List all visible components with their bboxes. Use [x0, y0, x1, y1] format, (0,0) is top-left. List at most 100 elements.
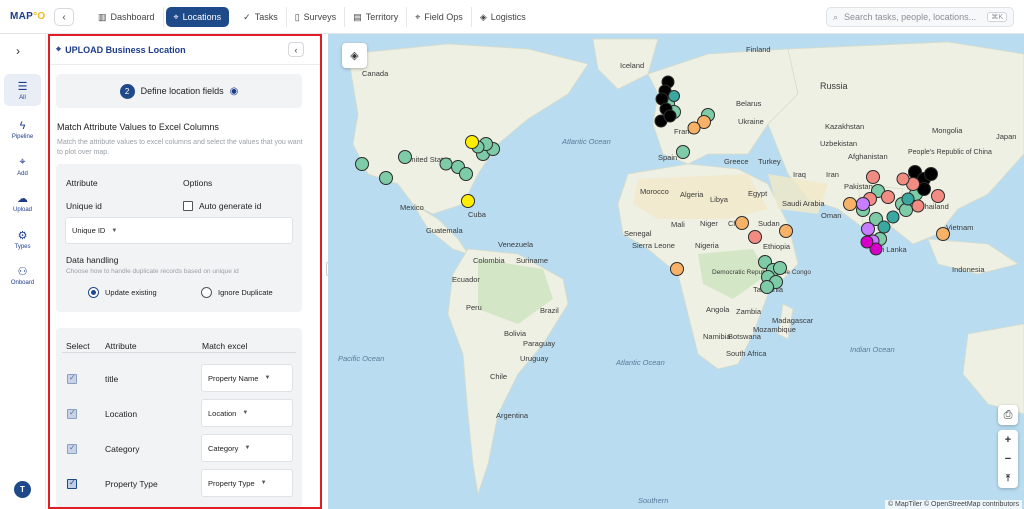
map-label: Libya: [710, 195, 729, 204]
map-label: Peru: [466, 303, 482, 312]
gear-icon: ⚙: [17, 229, 28, 242]
map-label: Pakistan: [844, 182, 873, 191]
caret-down-icon: ▼: [264, 375, 271, 381]
print-button[interactable]: ⎙: [998, 405, 1018, 425]
map-marker: [398, 150, 412, 164]
expand-rail-button[interactable]: ›: [16, 44, 20, 58]
collapse-panel-button[interactable]: ‹: [288, 42, 304, 57]
step-label: Define location fields: [140, 86, 224, 96]
map-marker: [881, 190, 895, 204]
bolt-icon: ϟ: [19, 120, 26, 132]
caret-down-icon: ▼: [244, 445, 251, 451]
match-excel-select[interactable]: Location ▼: [201, 399, 293, 427]
panel-header: ⌖ UPLOAD Business Location: [56, 44, 186, 55]
rail-item-onboard[interactable]: ⚇ Onboard: [4, 259, 41, 291]
map-marker: [355, 157, 369, 171]
map-label: Vietnam: [946, 223, 973, 232]
app-logo[interactable]: MAP°O: [10, 11, 46, 22]
compass-button[interactable]: ⤒: [1006, 473, 1010, 484]
map-label: Paraguay: [523, 339, 555, 348]
attribute-name: title: [105, 374, 119, 384]
nav-surveys[interactable]: ▯ Surveys: [287, 7, 346, 27]
map-label: Sierra Leone: [632, 241, 675, 250]
nav-tasks[interactable]: ✓ Tasks: [235, 7, 287, 27]
map-marker: [936, 227, 950, 241]
map-marker: [379, 171, 393, 185]
world-map: Canada United States Mexico Cuba Guatema…: [338, 38, 1024, 505]
map-label: Indonesia: [952, 265, 985, 274]
nav-dashboard[interactable]: ▥ Dashboard: [90, 7, 164, 27]
row-select-checkbox[interactable]: [67, 408, 77, 419]
zoom-out-button[interactable]: −: [1005, 453, 1011, 465]
match-excel-select[interactable]: Property Type ▼: [201, 469, 293, 497]
map-attribution[interactable]: © MapTiler © OpenStreetMap contributors: [884, 500, 1022, 509]
attribute-name: Location: [105, 409, 138, 419]
map-label: Colombia: [473, 256, 506, 265]
auto-generate-checkbox[interactable]: [183, 201, 193, 211]
map-label: Morocco: [640, 187, 669, 196]
map-marker: [663, 109, 677, 123]
row-select-checkbox[interactable]: [67, 373, 77, 384]
ignore-duplicate-radio[interactable]: [201, 287, 212, 298]
map-label: Oman: [821, 211, 841, 220]
map-label: Niger: [700, 219, 718, 228]
nav-territory[interactable]: ▤ Territory: [345, 7, 408, 27]
map-label: Kazakhstan: [825, 122, 864, 131]
nav-logistics[interactable]: ◈ Logistics: [472, 7, 534, 27]
nav-field-ops[interactable]: ⌖ Field Ops: [407, 7, 472, 27]
map-marker: [901, 192, 915, 206]
users-icon: ⚇: [17, 265, 28, 278]
step-number: 2: [119, 83, 135, 99]
section-title: Match Attribute Values to Excel Columns: [57, 122, 219, 132]
avatar[interactable]: T: [14, 481, 31, 498]
match-excel-select[interactable]: Property Name ▼: [201, 364, 293, 392]
land-masses: [347, 38, 1024, 495]
map-label: Chile: [490, 372, 507, 381]
map-marker: [843, 197, 857, 211]
divider: [50, 64, 320, 65]
map-marker: [459, 167, 473, 181]
attribute-mapping-card: Select Attribute Match excel title Prope…: [56, 328, 302, 507]
search-input[interactable]: ⌕ Search tasks, people, locations... ⌘K: [826, 7, 1014, 27]
map-marker: [461, 194, 475, 208]
zoom-in-button[interactable]: +: [1005, 434, 1011, 446]
rail-item-pipeline[interactable]: ϟ Pipeline: [4, 114, 41, 146]
col-attribute-header: Attribute: [66, 178, 98, 188]
chart-icon: ▥: [98, 11, 107, 22]
map-label: Ethiopia: [763, 242, 791, 251]
map-marker: [465, 135, 479, 149]
map-label: Madagascar: [772, 316, 814, 325]
upload-panel: ⌖ UPLOAD Business Location ‹ 2 Define lo…: [48, 34, 322, 509]
map-label: Atlantic Ocean: [561, 137, 611, 146]
map-view[interactable]: Canada United States Mexico Cuba Guatema…: [328, 34, 1024, 509]
rail-item-types[interactable]: ⚙ Types: [4, 223, 41, 255]
auto-generate-label: Auto generate id: [199, 201, 262, 211]
rail-item-all[interactable]: ☰ All: [4, 74, 41, 106]
back-button[interactable]: ‹: [54, 8, 74, 26]
col-options-header: Options: [183, 178, 213, 188]
row-select-checkbox[interactable]: [67, 443, 77, 454]
rail-item-upload[interactable]: ☁ Upload: [4, 186, 41, 218]
nav-locations[interactable]: ⌖ Locations: [165, 7, 230, 27]
header-divider: [62, 352, 296, 353]
map-label: Ecuador: [452, 275, 480, 284]
map-label: Algeria: [680, 190, 704, 199]
map-label: Canada: [362, 69, 389, 78]
map-marker: [899, 203, 913, 217]
rail-item-add[interactable]: ⌖ Add: [4, 150, 41, 182]
eye-icon[interactable]: ◉: [230, 86, 239, 97]
zoom-controls: + − ⤒: [998, 430, 1018, 488]
data-handling-label: Data handling: [66, 255, 119, 265]
match-excel-select[interactable]: Category ▼: [201, 434, 293, 462]
unique-id-select[interactable]: Unique ID ▼: [65, 217, 293, 244]
pin-icon: ⌖: [415, 11, 421, 22]
map-label: Brazil: [540, 306, 559, 315]
map-label: Sudan: [758, 219, 780, 228]
map-label: Belarus: [736, 99, 762, 108]
update-existing-radio[interactable]: [88, 287, 99, 298]
main-nav: ▥ Dashboard ⌖ Locations ✓ Tasks ▯ Surveys ▤ T…: [90, 7, 534, 27]
layers-button[interactable]: ◈: [342, 43, 367, 68]
map-marker: [924, 167, 938, 181]
attribute-name: Category: [105, 444, 140, 454]
row-select-checkbox[interactable]: [67, 478, 77, 489]
